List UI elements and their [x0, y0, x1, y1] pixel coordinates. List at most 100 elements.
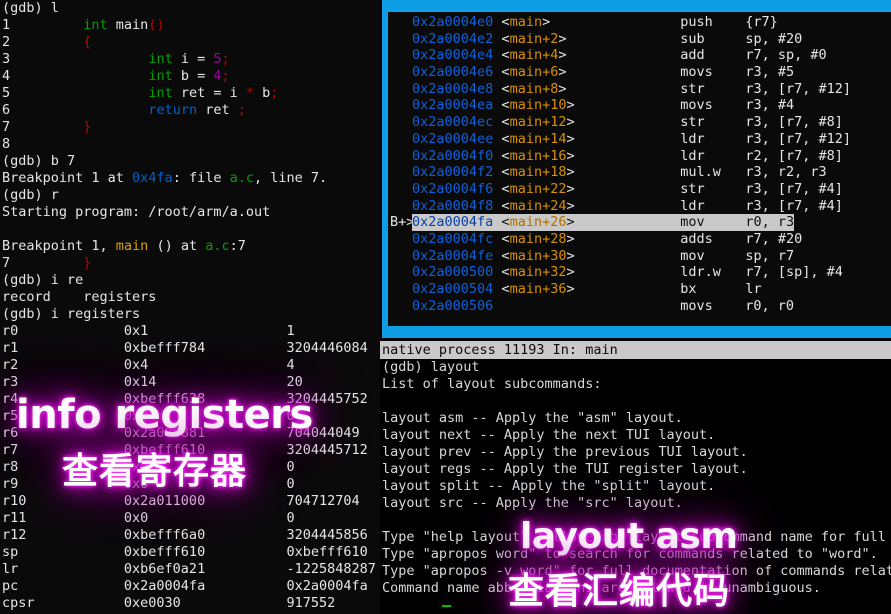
assembly-row-body: 0x2a0004f0 <main+16> ldr r2, [r7, #8]	[412, 148, 843, 165]
assembly-address: 0x2a0004e6	[412, 64, 494, 81]
terminal-line: (gdb) r	[0, 187, 380, 204]
terminal-text: ;	[221, 51, 230, 67]
assembly-row[interactable]: 0x2a0004ee <main+14> ldr r3, [r7, #12]	[388, 131, 891, 148]
assembly-row[interactable]: 0x2a0004e0 <main> push {r7}	[388, 14, 891, 31]
assembly-operands: sp, r7	[737, 247, 795, 264]
assembly-mnemonic: mov	[680, 214, 738, 231]
terminal-text: () at	[148, 238, 206, 254]
terminal-line: 6 return ret ;	[0, 102, 380, 119]
terminal-line: pc 0x2a0004fa 0x2a0004fa	[0, 578, 380, 595]
assembly-row[interactable]: 0x2a000500 <main+32> ldr.w r7, [sp], #4	[388, 264, 891, 281]
assembly-mnemonic: ldr	[680, 197, 738, 214]
terminal-text: }	[83, 119, 92, 135]
assembly-symbol: <main+6>	[501, 64, 567, 81]
terminal-text: ()	[148, 17, 165, 33]
assembly-spacer	[566, 64, 680, 80]
terminal-text: 1	[2, 17, 84, 33]
assembly-address: 0x2a0004ec	[412, 114, 494, 131]
assembly-row[interactable]: 0x2a000504 <main+36> bx lr	[388, 281, 891, 298]
terminal-text: record registers	[2, 289, 157, 305]
status-bar: native process 11193 In: main	[380, 341, 891, 359]
terminal-line: 4 int b = 4;	[0, 68, 380, 85]
terminal-line: 7 }	[0, 119, 380, 136]
terminal-text: a.c	[205, 238, 230, 254]
assembly-address: 0x2a0004f8	[412, 197, 494, 214]
assembly-mnemonic: adds	[680, 230, 738, 247]
assembly-operands: r3, [r7, #8]	[737, 114, 843, 131]
command-output-line: layout src -- Apply the "src" layout.	[382, 495, 683, 511]
assembly-row[interactable]: 0x2a0004e4 <main+4> add r7, sp, #0	[388, 47, 891, 64]
gdb-source-terminal-pane[interactable]: (gdb) l1 int main() 2 {3 int i = 5; 4 int …	[0, 0, 380, 614]
assembly-symbol: <main+8>	[501, 80, 567, 97]
assembly-row[interactable]: 0x2a0004f0 <main+16> ldr r2, [r7, #8]	[388, 148, 891, 165]
assembly-address: 0x2a0004ee	[412, 130, 494, 147]
assembly-row-current[interactable]: B+>0x2a0004fa <main+26> mov r0, r3	[388, 214, 891, 231]
command-output-line: Type "help layout" followed by layout su…	[382, 529, 891, 545]
assembly-row-body: 0x2a0004ee <main+14> ldr r3, [r7, #12]	[412, 131, 851, 148]
assembly-listing[interactable]: 0x2a0004e0 <main> push {r7} 0x2a0004e2 <m…	[388, 12, 891, 326]
terminal-line: (gdb) i registers	[0, 306, 380, 323]
assembly-row[interactable]: 0x2a0004f6 <main+22> str r3, [r7, #4]	[388, 181, 891, 198]
assembly-spacer	[575, 281, 681, 297]
assembly-operands: r3, [r7, #4]	[737, 197, 843, 214]
assembly-mnemonic: str	[680, 180, 738, 197]
terminal-text: r2 0x4 4	[2, 357, 295, 373]
assembly-address: 0x2a0004e8	[412, 80, 494, 97]
command-output-area[interactable]: (gdb) layout List of layout subcommands: l…	[380, 359, 891, 614]
assembly-address: 0x2a0004e2	[412, 30, 494, 47]
terminal-text: 2	[2, 34, 84, 50]
terminal-text: ret	[197, 102, 238, 118]
terminal-line: r4 0xbefff638 3204445752	[0, 391, 380, 408]
assembly-row-body: 0x2a0004e0 <main> push {r7}	[412, 14, 778, 31]
terminal-text: return	[148, 102, 198, 118]
terminal-line: r3 0x14 20	[0, 374, 380, 391]
command-output-line: Command name abbreviations are allowed i…	[382, 580, 821, 596]
terminal-text: main	[115, 238, 149, 254]
terminal-text: main	[107, 17, 149, 33]
terminal-text: 8	[2, 136, 11, 152]
gdb-tui-pane[interactable]: 0x2a0004e0 <main> push {r7} 0x2a0004e2 <m…	[380, 0, 891, 614]
terminal-line: r7 0xbefff610 3204445712	[0, 442, 380, 459]
assembly-row-body: 0x2a0004f6 <main+22> str r3, [r7, #4]	[412, 181, 843, 198]
terminal-line: sp 0xbefff610 0xbefff610	[0, 544, 380, 561]
command-output-line	[380, 393, 891, 410]
terminal-text: Breakpoint 1 at	[2, 170, 133, 186]
terminal-text: (gdb) b 7	[2, 153, 76, 169]
assembly-symbol: <main+12>	[501, 114, 575, 131]
assembly-address: 0x2a0004f6	[412, 180, 494, 197]
assembly-spacer	[575, 198, 681, 214]
assembly-row[interactable]: 0x2a0004e6 <main+6> movs r3, #5	[388, 64, 891, 81]
terminal-text: int	[148, 85, 173, 101]
terminal-text: }	[83, 255, 92, 271]
terminal-text: (gdb) i registers	[2, 306, 141, 322]
assembly-row[interactable]: 0x2a0004e2 <main+2> sub sp, #20	[388, 31, 891, 48]
assembly-row[interactable]: 0x2a0004ec <main+12> str r3, [r7, #8]	[388, 114, 891, 131]
command-output-line: Type "apropos word" to search for comman…	[382, 546, 878, 562]
assembly-row[interactable]: 0x2a0004fe <main+30> mov sp, r7	[388, 248, 891, 265]
assembly-address: 0x2a0004fa	[412, 214, 494, 231]
terminal-line: Breakpoint 1, main () at a.c:7	[0, 238, 380, 255]
terminal-line: r9 0x0 0	[0, 476, 380, 493]
terminal-text: int	[148, 51, 173, 67]
assembly-mnemonic: add	[680, 47, 738, 64]
terminal-line: 3 int i = 5;	[0, 51, 380, 68]
terminal-text: r12 0xbefff6a0 3204445856	[2, 527, 368, 543]
command-output-line: layout regs -- Apply the TUI register la…	[382, 461, 748, 477]
assembly-row[interactable]: 0x2a0004ea <main+10> movs r3, #4	[388, 97, 891, 114]
assembly-row[interactable]: 0x2a0004f8 <main+24> ldr r3, [r7, #4]	[388, 198, 891, 215]
assembly-row[interactable]: 0x2a000506 movs r0, r0	[388, 298, 891, 315]
assembly-row[interactable]: 0x2a0004f2 <main+18> mul.w r3, r2, r3	[388, 164, 891, 181]
terminal-text: {	[83, 34, 92, 50]
terminal-line: 7 }	[0, 255, 380, 272]
terminal-text: Starting program: /root/arm/a.out	[2, 204, 271, 220]
assembly-row[interactable]: 0x2a0004e8 <main+8> str r3, [r7, #12]	[388, 81, 891, 98]
assembly-mnemonic: movs	[680, 64, 738, 81]
assembly-mnemonic: mul.w	[680, 164, 738, 181]
assembly-window[interactable]: 0x2a0004e0 <main> push {r7} 0x2a0004e2 <m…	[385, 12, 891, 326]
terminal-text: 3	[2, 51, 149, 67]
terminal-text: 5	[2, 85, 149, 101]
assembly-row[interactable]: 0x2a0004fc <main+28> adds r7, #20	[388, 231, 891, 248]
terminal-text: r6 0x2a000881 704044049	[2, 425, 360, 441]
terminal-text: ;	[270, 85, 279, 101]
terminal-line: Breakpoint 1 at 0x4fa: file a.c, line 7.	[0, 170, 380, 187]
